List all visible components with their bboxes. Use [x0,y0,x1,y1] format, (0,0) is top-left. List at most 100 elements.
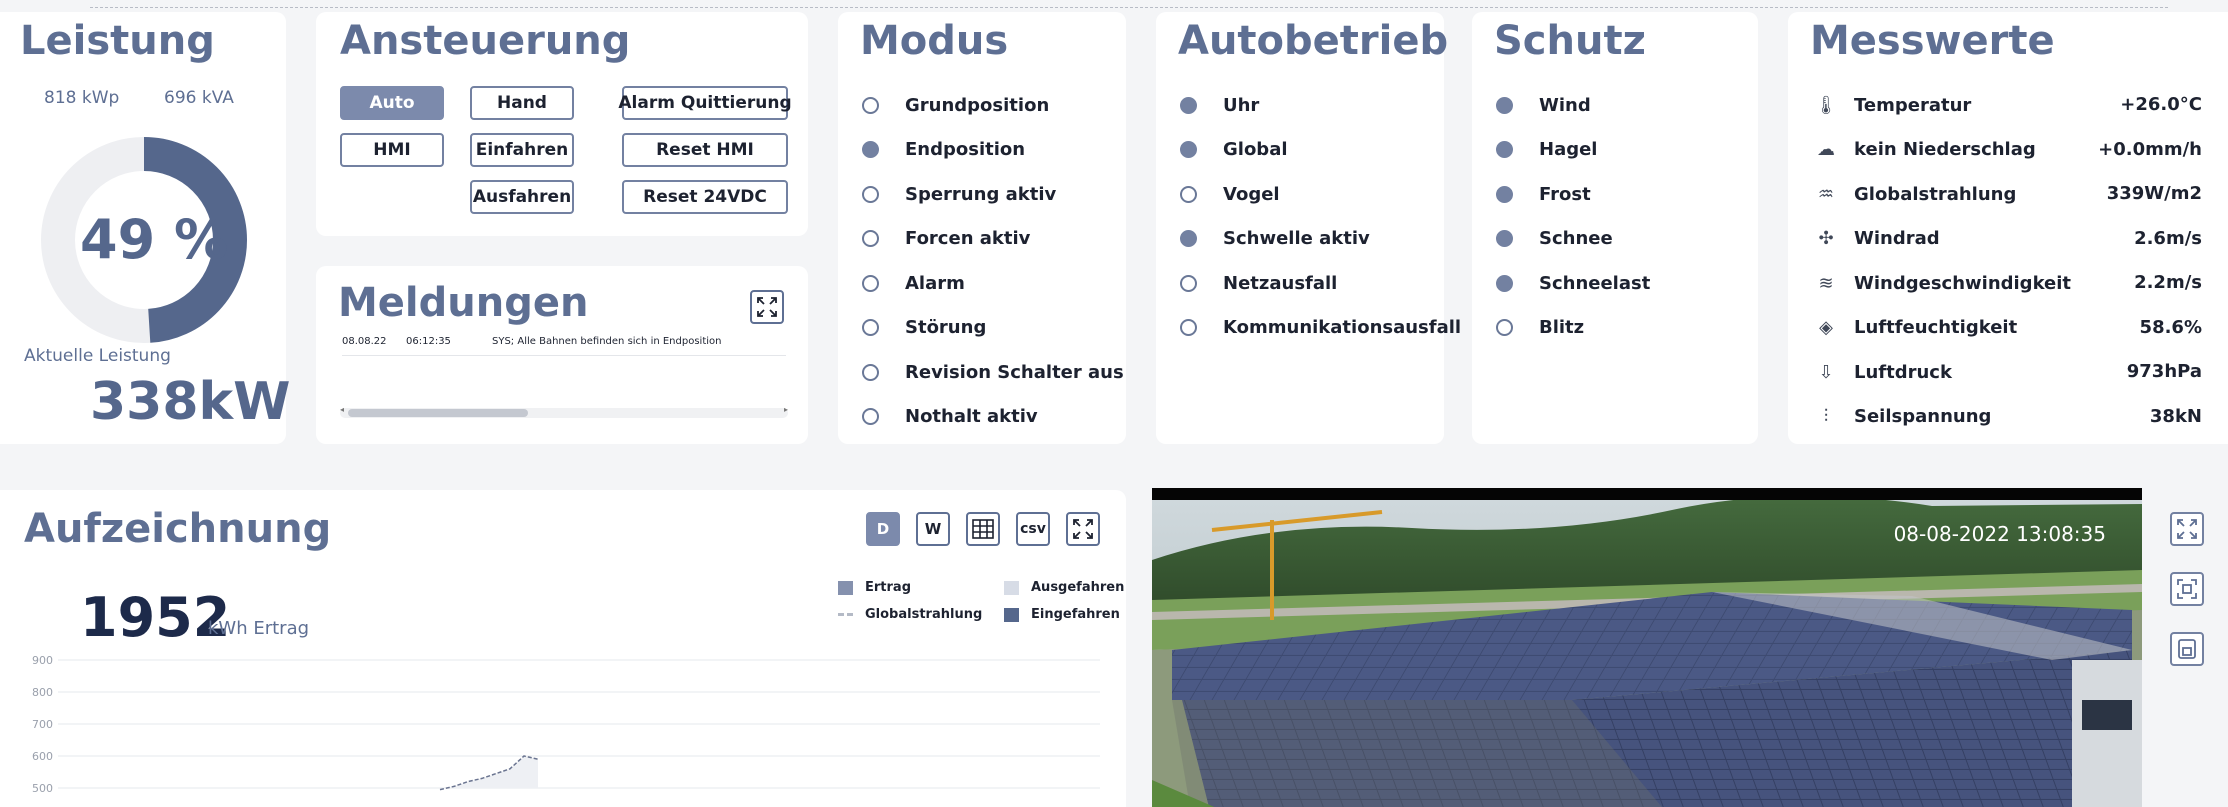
schutz-title: Schutz [1494,18,1646,64]
messwert-value: 2.6m/s [2134,227,2202,249]
expand-icon[interactable] [750,290,784,324]
camera-image [1152,500,2142,807]
modus-status-indicator [862,363,879,381]
cable-tension-icon: ⫶ [1823,406,1829,427]
modus-item-label: Störung [905,317,987,338]
current-power-value: 338kW [90,372,291,432]
alarm-quittierung-button[interactable]: Alarm Quittierung [618,86,792,120]
autobetrieb-status-indicator [1180,185,1197,203]
modus-item: Alarm [862,268,965,298]
expand-chart-icon[interactable] [1066,512,1100,546]
wind-turbine-icon: ✣ [1818,228,1834,249]
schutz-status-indicator [1496,274,1513,292]
messwert-label: Temperatur [1854,94,1972,116]
messwert-label: Globalstrahlung [1854,183,2017,205]
schutz-status-indicator [1496,96,1513,114]
messwert-item: 🌡 Temperatur [1814,90,1972,120]
messwert-value: 339W/m2 [2106,183,2202,204]
messwert-label: Luftfeuchtigkeit [1854,317,2018,338]
current-power-label: Aktuelle Leistung [24,346,171,366]
camera-snapshot-icon[interactable] [2170,572,2204,606]
y-tick-label: 600 [32,750,53,763]
autobetrieb-item: Netzausfall [1180,268,1337,298]
messwert-item: ⇩ Luftdruck [1814,357,1951,387]
schutz-status-indicator [1496,141,1513,158]
messwert-item: ≋ Windgeschwindigkeit [1814,268,2071,298]
table-icon [972,519,994,539]
messwerte-title: Messwerte [1810,18,2055,64]
messwert-label: kein Niederschlag [1854,139,2036,160]
y-tick-label: 900 [32,654,53,667]
modus-item-label: Alarm [905,272,965,294]
autobetrieb-status-indicator [1180,230,1197,247]
auto-button[interactable]: Auto [340,86,444,120]
messwerte-card: Messwerte 🌡 Temperatur +26.0°C ☁ kein Nieder… [1788,12,2228,444]
legend-ausgefahren-label: Ausgefahren [1031,580,1125,595]
schutz-item-label: Blitz [1539,317,1585,338]
camera-view[interactable]: 08-08-2022 13:08:35 [1152,488,2142,807]
pressure-icon: ⇩ [1818,361,1834,383]
modus-status-indicator [862,230,879,247]
autobetrieb-item-label: Global [1223,139,1288,160]
modus-status-indicator [862,96,879,114]
autobetrieb-item: Kommunikationsausfall [1180,313,1461,343]
autobetrieb-item-label: Vogel [1223,183,1280,205]
legend-ertrag: Ertrag [838,580,911,595]
hmi-button[interactable]: HMI [340,133,444,167]
modus-item: Sperrung aktiv [862,179,1056,209]
meldungen-title: Meldungen [338,280,589,326]
message-date: 08.08.22 [342,336,387,347]
total-energy-unit: kWh Ertrag [208,618,310,639]
messwert-value: 2.2m/s [2134,272,2202,293]
csv-export-button[interactable]: csv [1016,512,1050,546]
messwert-value: +0.0mm/h [2098,138,2202,160]
modus-item-label: Revision Schalter aus [905,361,1124,383]
message-time: 06:12:35 [406,336,451,347]
leistung-card: Leistung 818 kWp 696 kVA 49 % Aktuelle L… [0,12,290,444]
reset-hmi-button[interactable]: Reset HMI [622,133,788,167]
energy-chart-svg: 900 800 700 600 500 [32,654,1100,795]
autobetrieb-item: Vogel [1180,179,1280,209]
energy-chart: 900 800 700 600 500 [20,650,1100,807]
schutz-card: Schutz Wind Hagel Frost Schnee Schneelast Bli… [1472,12,1758,444]
legend-ausgefahren: Ausgefahren [1004,580,1124,595]
modus-item: Grundposition [862,90,1049,120]
modus-item-label: Forcen aktiv [905,228,1031,249]
reset-24vdc-button[interactable]: Reset 24VDC [622,180,788,214]
autobetrieb-item-label: Netzausfall [1223,272,1338,294]
scrollbar-thumb[interactable] [348,409,528,417]
camera-timestamp: 08-08-2022 13:08:35 [1893,522,2106,546]
messwert-value: 973hPa [2126,361,2202,382]
messwert-item: ☁ kein Niederschlag [1814,135,2036,165]
camera-fullscreen-icon[interactable] [2170,512,2204,546]
modus-status-indicator [862,185,879,203]
message-row: 08.08.22 06:12:35 SYS; Alle Bahnen befin… [342,336,786,356]
autobetrieb-item: Schwelle aktiv [1180,224,1370,254]
camera-save-icon[interactable] [2170,632,2204,666]
scroll-right-icon[interactable]: ▸ [784,405,788,414]
message-text: SYS; Alle Bahnen befinden sich in Endpos… [492,336,722,347]
modus-item-label: Nothalt aktiv [905,406,1038,427]
autobetrieb-status-indicator [1180,141,1197,158]
week-view-button[interactable]: W [916,512,950,546]
hand-button[interactable]: Hand [470,86,574,120]
modus-status-indicator [862,274,879,292]
y-tick-label: 800 [32,686,53,699]
wind-icon: ≋ [1818,272,1834,294]
day-view-button[interactable]: D [866,512,900,546]
schutz-item: Schnee [1496,224,1613,254]
modus-item-label: Endposition [905,139,1026,160]
aufzeichnung-card: Aufzeichnung 1952 kWh Ertrag D W csv Ert… [0,490,1126,807]
messwert-item: ⫶ Seilspannung [1814,402,1992,432]
messwert-item: ◈ Luftfeuchtigkeit [1814,313,2017,343]
modus-item: Nothalt aktiv [862,402,1038,432]
horizontal-scrollbar[interactable]: ◂ ▸ [340,405,788,418]
ausfahren-button[interactable]: Ausfahren [470,180,574,214]
table-view-button[interactable] [966,512,1000,546]
autobetrieb-card: Autobetrieb Uhr Global Vogel Schwelle aktiv… [1156,12,1461,444]
modus-item-label: Sperrung aktiv [905,183,1057,205]
legend-eingefahren-swatch [1004,607,1019,622]
einfahren-button[interactable]: Einfahren [470,133,574,167]
scroll-left-icon[interactable]: ◂ [340,405,344,414]
modus-card: Modus Grundposition Endposition Sperrung a… [838,12,1126,444]
